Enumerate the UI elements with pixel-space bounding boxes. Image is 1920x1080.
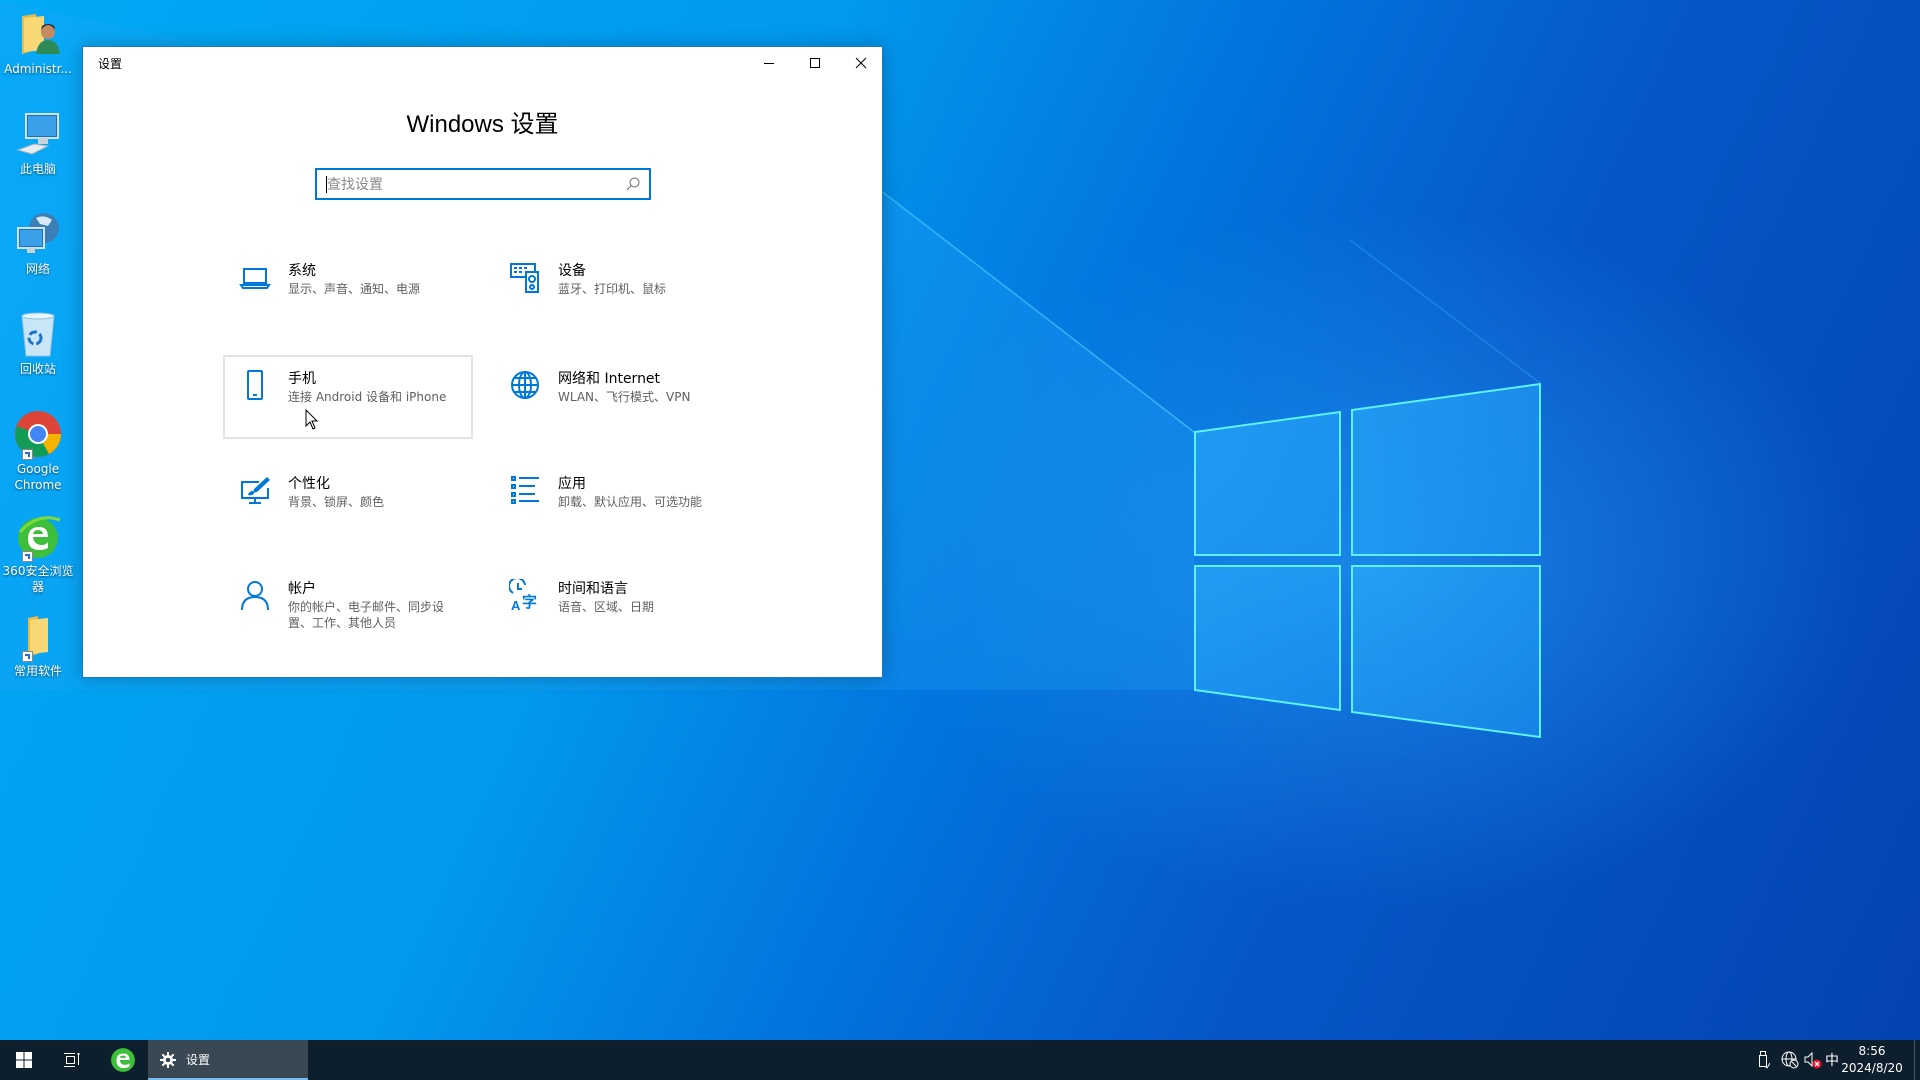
tile-title: 应用 <box>558 476 586 492</box>
taskbar: 设置 中 8:56 2024/8/20 <box>0 1040 1920 1080</box>
tile-accounts[interactable]: 帐户 你的帐户、电子邮件、同步设置、工作、其他人员 <box>223 565 473 665</box>
desktop-icon-administrator[interactable]: Administr... <box>0 10 76 77</box>
tile-title: 时间和语言 <box>558 581 628 597</box>
close-icon <box>855 57 867 69</box>
tile-apps[interactable]: 应用 卸载、默认应用、可选功能 <box>493 460 743 544</box>
tile-devices[interactable]: 设备 蓝牙、打印机、鼠标 <box>493 247 743 331</box>
task-view-icon <box>64 1053 80 1067</box>
desktop-icon-label: 360安全浏览器 <box>2 564 74 594</box>
windows-logo-wallpaper <box>1194 382 1541 739</box>
desktop-icon-label: 网络 <box>25 262 50 276</box>
tile-description: 蓝牙、打印机、鼠标 <box>558 282 667 296</box>
text-caret <box>326 176 327 193</box>
tile-description: 背景、锁屏、颜色 <box>288 495 385 509</box>
maximize-icon <box>810 58 820 68</box>
title-bar[interactable]: 设置 <box>83 47 882 79</box>
laptop-icon <box>239 268 271 289</box>
network-icon <box>14 210 62 258</box>
shortcut-arrow-icon <box>22 551 33 562</box>
search-box[interactable] <box>315 168 651 200</box>
shortcut-arrow-icon <box>22 449 33 460</box>
phone-icon <box>247 370 263 400</box>
usb-icon <box>1759 1051 1770 1069</box>
taskbar-360-browser[interactable] <box>100 1040 146 1080</box>
maximize-button[interactable] <box>792 47 838 79</box>
close-button[interactable] <box>838 47 884 79</box>
tile-system[interactable]: 系统 显示、声音、通知、电源 <box>223 247 473 331</box>
user-folder-icon <box>14 10 62 58</box>
task-view-button[interactable] <box>48 1040 96 1080</box>
desktop-icon-label: Administr... <box>4 62 72 76</box>
tile-description: 卸载、默认应用、可选功能 <box>558 495 703 509</box>
taskbar-settings[interactable]: 设置 <box>148 1040 308 1080</box>
globe-no-connection-icon <box>1781 1051 1799 1069</box>
svg-text:字: 字 <box>522 593 537 611</box>
tile-title: 个性化 <box>288 476 330 492</box>
desktop-icon-label: Google Chrome <box>14 462 62 492</box>
svg-text:A: A <box>511 598 521 611</box>
settings-window: 设置 Windows 设置 系统 显示、声音、通知、电源 设备 蓝牙、打印机、鼠… <box>82 46 883 678</box>
apps-list-icon <box>511 476 539 504</box>
tile-phone[interactable]: 手机 连接 Android 设备和 iPhone <box>223 355 473 439</box>
desktop-icon-this-pc[interactable]: 此电脑 <box>0 110 76 177</box>
globe-icon <box>511 371 539 399</box>
start-button[interactable] <box>0 1040 48 1080</box>
usb-device-tray[interactable] <box>1752 1040 1776 1080</box>
time-language-icon: A字 <box>509 579 537 611</box>
computer-icon <box>14 110 62 158</box>
360-browser-icon <box>14 512 62 562</box>
search-icon[interactable] <box>625 176 641 192</box>
chrome-icon <box>14 410 62 460</box>
shortcut-arrow-icon <box>22 651 33 662</box>
folder-icon <box>14 612 62 662</box>
recycle-bin-icon <box>14 310 62 358</box>
tile-description: 语音、区域、日期 <box>558 600 655 614</box>
tile-description: 显示、声音、通知、电源 <box>288 282 421 296</box>
tile-network-internet[interactable]: 网络和 Internet WLAN、飞行模式、VPN <box>493 355 743 439</box>
show-desktop-button[interactable] <box>1914 1040 1915 1080</box>
person-icon <box>241 581 269 611</box>
tile-title: 手机 <box>288 371 316 387</box>
tile-title: 网络和 Internet <box>558 371 661 387</box>
tile-title: 帐户 <box>288 581 316 597</box>
360-browser-icon <box>111 1048 135 1072</box>
network-tray[interactable] <box>1778 1040 1802 1080</box>
minimize-button[interactable] <box>746 47 792 79</box>
mouse-cursor-icon <box>305 409 319 430</box>
clock-time: 8:56 <box>1858 1044 1886 1058</box>
volume-tray[interactable] <box>1802 1040 1824 1080</box>
search-input[interactable] <box>325 170 619 200</box>
desktop-icon-network[interactable]: 网络 <box>0 210 76 277</box>
desktop-icon-label: 回收站 <box>19 362 56 376</box>
page-title: Windows 设置 <box>406 111 559 138</box>
taskbar-settings-label: 设置 <box>186 1053 211 1067</box>
windows-start-icon <box>16 1052 32 1068</box>
tile-time-language[interactable]: A字 时间和语言 语音、区域、日期 <box>493 565 743 649</box>
desktop-icon-label: 此电脑 <box>19 162 56 176</box>
desktop-icon-google-chrome[interactable]: Google Chrome <box>0 410 76 493</box>
desktop-icon-360-browser[interactable]: 360安全浏览器 <box>0 512 76 595</box>
tile-title: 系统 <box>288 263 316 279</box>
clock-date: 2024/8/20 <box>1841 1061 1903 1075</box>
desktop-icon-label: 常用软件 <box>13 664 62 678</box>
volume-muted-icon <box>1804 1051 1822 1069</box>
window-title: 设置 <box>98 57 123 71</box>
tile-description: WLAN、飞行模式、VPN <box>558 390 691 404</box>
personalization-icon <box>241 477 270 504</box>
clock[interactable]: 8:56 2024/8/20 <box>1834 1043 1910 1077</box>
tile-personalization[interactable]: 个性化 背景、锁屏、颜色 <box>223 460 473 544</box>
gear-icon <box>160 1052 176 1068</box>
tile-description: 你的帐户、电子邮件、同步设置、工作、其他人员 <box>288 600 445 630</box>
desktop-icon-recycle-bin[interactable]: 回收站 <box>0 310 76 377</box>
desktop-icon-common-software[interactable]: 常用软件 <box>0 612 76 679</box>
tile-title: 设备 <box>558 263 586 279</box>
minimize-icon <box>764 63 774 64</box>
tile-description: 连接 Android 设备和 iPhone <box>288 390 447 404</box>
devices-icon <box>510 263 539 293</box>
